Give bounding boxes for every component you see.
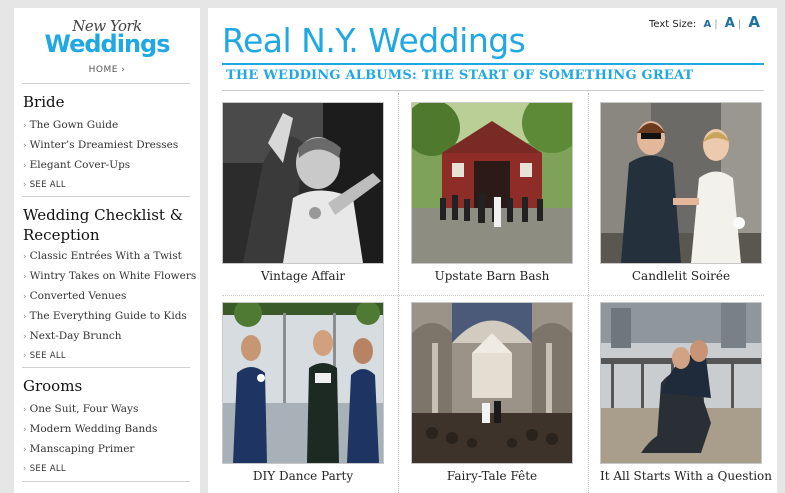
sidebar-link-classic-entrees[interactable]: › Classic Entrées With a Twist — [23, 250, 182, 262]
see-all-bride[interactable]: › SEE ALL — [23, 180, 66, 190]
album-caption[interactable]: Candlelit Soirée — [600, 269, 762, 283]
chevron-right-icon: › — [23, 425, 27, 435]
text-size-label: Text Size: — [648, 19, 697, 30]
album-card-fairy-tale-fete[interactable]: Fairy-Tale Fête — [411, 302, 573, 483]
main-content: Real N.Y. Weddings Text Size: A | A | A TH… — [208, 8, 777, 493]
album-photo[interactable] — [222, 302, 384, 464]
sidebar-link-one-suit[interactable]: › One Suit, Four Ways — [23, 403, 138, 415]
albums-heading: THE WEDDING ALBUMS: THE START OF SOMETHI… — [226, 68, 694, 83]
sidebar-link-manscaping[interactable]: › Manscaping Primer — [23, 443, 134, 455]
text-size-large-button[interactable]: A — [748, 13, 760, 31]
album-caption[interactable]: It All Starts With a Question — [600, 469, 772, 483]
divider — [22, 83, 190, 84]
section-title-checklist[interactable]: Wedding Checklist & Reception — [23, 205, 195, 245]
text-size-separator: | — [737, 19, 742, 30]
chevron-right-icon: › — [23, 161, 27, 171]
divider — [222, 90, 764, 91]
album-photo[interactable] — [411, 102, 573, 264]
section-title-bride[interactable]: Bride — [23, 92, 195, 112]
sidebar: New York Weddings HOME › Bride › The Gown… — [14, 8, 200, 493]
sidebar-link-winter-dresses[interactable]: › Winter’s Dreamiest Dresses — [23, 139, 178, 151]
chevron-right-icon: › — [23, 252, 27, 262]
sidebar-link-gown-guide[interactable]: › The Gown Guide — [23, 119, 118, 131]
album-card-diy-dance-party[interactable]: DIY Dance Party — [222, 302, 384, 483]
sidebar-link-next-day-brunch[interactable]: › Next-Day Brunch — [23, 330, 122, 342]
album-caption[interactable]: Upstate Barn Bash — [411, 269, 573, 283]
column-divider — [398, 93, 399, 493]
section-title-grooms[interactable]: Grooms — [23, 376, 195, 396]
album-card-upstate-barn-bash[interactable]: Upstate Barn Bash — [411, 102, 573, 283]
divider — [22, 481, 190, 482]
text-size-small-button[interactable]: A — [703, 19, 711, 30]
title-rule — [222, 63, 764, 65]
album-caption[interactable]: Vintage Affair — [222, 269, 384, 283]
chevron-right-icon: › — [23, 405, 27, 415]
album-card-candlelit-soiree[interactable]: Candlelit Soirée — [600, 102, 762, 283]
divider — [22, 367, 190, 368]
chevron-right-icon: › — [23, 180, 27, 190]
sidebar-link-white-flowers[interactable]: › Wintry Takes on White Flowers — [23, 270, 196, 282]
chevron-right-icon: › — [23, 445, 27, 455]
album-photo[interactable] — [600, 302, 762, 464]
text-size-separator: | — [714, 19, 718, 30]
sidebar-link-wedding-bands[interactable]: › Modern Wedding Bands — [23, 423, 157, 435]
chevron-right-icon: › — [23, 332, 27, 342]
album-card-proposal[interactable]: It All Starts With a Question — [600, 302, 772, 483]
page-title: Real N.Y. Weddings — [222, 21, 526, 60]
album-photo[interactable] — [222, 102, 384, 264]
chevron-right-icon: › — [23, 272, 27, 282]
sidebar-link-converted-venues[interactable]: › Converted Venues — [23, 290, 126, 302]
album-caption[interactable]: Fairy-Tale Fête — [411, 469, 573, 483]
logo-line-weddings: Weddings — [44, 30, 170, 58]
chevron-right-icon: › — [23, 351, 27, 361]
new-york-weddings-logo[interactable]: New York Weddings — [14, 18, 200, 56]
divider — [22, 196, 190, 197]
chevron-right-icon: › — [23, 121, 27, 131]
text-size-medium-button[interactable]: A — [725, 16, 735, 31]
home-link[interactable]: HOME › — [14, 65, 200, 75]
sidebar-link-cover-ups[interactable]: › Elegant Cover-Ups — [23, 159, 130, 171]
album-card-vintage-affair[interactable]: Vintage Affair — [222, 102, 384, 283]
album-photo[interactable] — [411, 302, 573, 464]
chevron-right-icon: › — [23, 141, 27, 151]
sidebar-link-kids-guide[interactable]: › The Everything Guide to Kids — [23, 310, 187, 322]
chevron-right-icon: › — [23, 312, 27, 322]
see-all-checklist[interactable]: › SEE ALL — [23, 351, 66, 361]
text-size-control: Text Size: A | A | A — [649, 13, 760, 31]
chevron-right-icon: › — [23, 292, 27, 302]
album-caption[interactable]: DIY Dance Party — [222, 469, 384, 483]
see-all-grooms[interactable]: › SEE ALL — [23, 464, 66, 474]
chevron-right-icon: › — [23, 464, 27, 474]
row-divider — [222, 295, 764, 296]
column-divider — [588, 93, 589, 493]
album-photo[interactable] — [600, 102, 762, 264]
